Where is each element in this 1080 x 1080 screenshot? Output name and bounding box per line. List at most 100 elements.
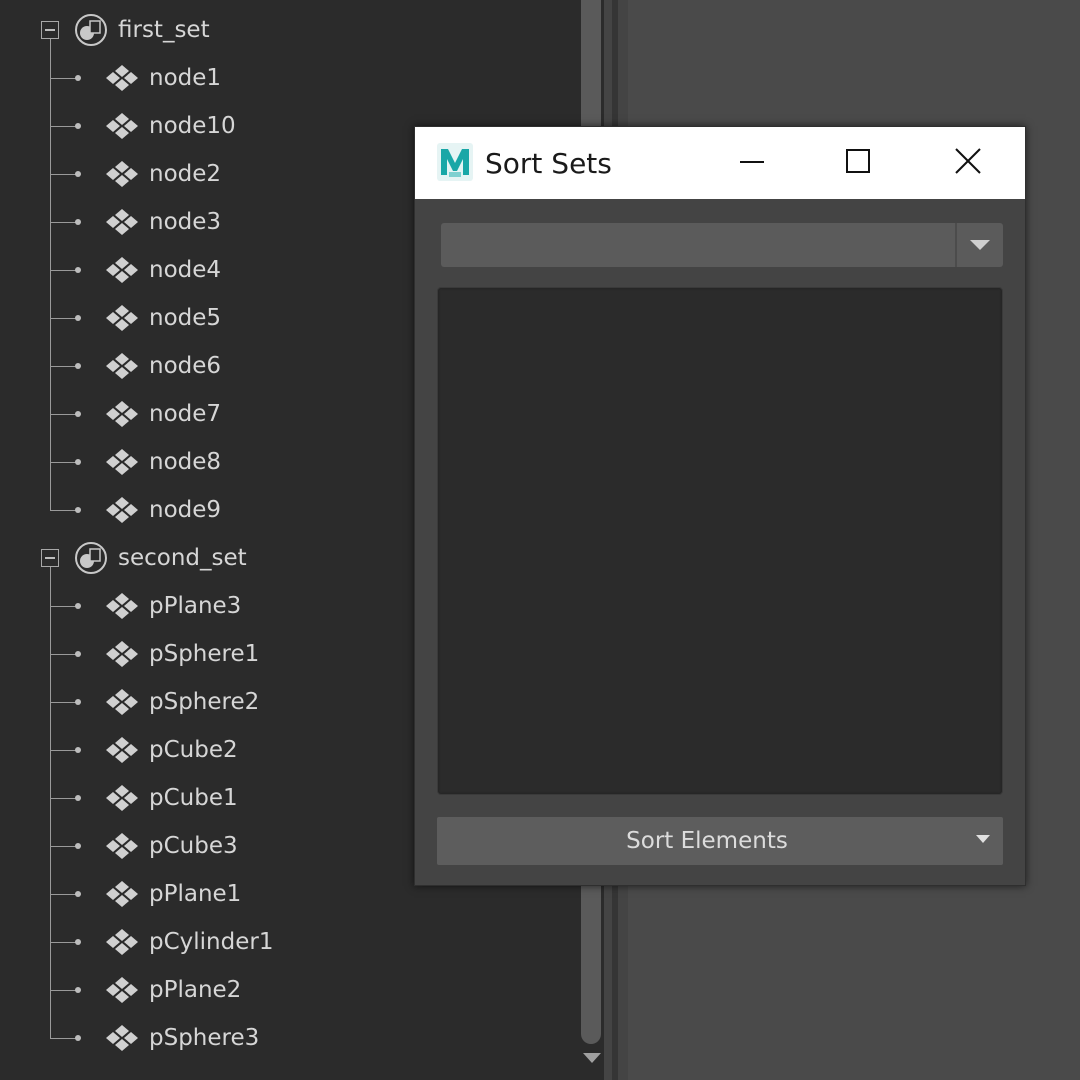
chevron-down-icon[interactable] bbox=[973, 831, 993, 847]
dropdown-arrow-icon[interactable] bbox=[965, 233, 995, 257]
tree-branch-dot bbox=[75, 75, 81, 81]
scroll-down-arrow-icon[interactable] bbox=[581, 1050, 603, 1066]
tree-branch-dot bbox=[75, 219, 81, 225]
transform-node-icon bbox=[102, 448, 142, 476]
tree-branch-dot bbox=[75, 795, 81, 801]
tree-branch-dot bbox=[75, 651, 81, 657]
tree-branch-line bbox=[50, 942, 78, 943]
close-button[interactable] bbox=[931, 127, 1005, 199]
tree-branch-dot bbox=[75, 939, 81, 945]
outliner-set-row[interactable]: first_set bbox=[0, 6, 580, 54]
tree-branch-dot bbox=[75, 171, 81, 177]
dialog-title: Sort Sets bbox=[485, 147, 612, 180]
set-elements-list[interactable] bbox=[437, 287, 1003, 795]
node-label: node3 bbox=[149, 209, 222, 235]
tree-branch-dot bbox=[75, 843, 81, 849]
outliner-node-row[interactable]: pCylinder1 bbox=[0, 918, 580, 966]
transform-node-icon bbox=[102, 400, 142, 428]
transform-node-icon bbox=[102, 160, 142, 188]
tree-branch-dot bbox=[75, 363, 81, 369]
tree-branch-line bbox=[50, 894, 78, 895]
tree-branch-line bbox=[50, 270, 78, 271]
set-label: second_set bbox=[118, 545, 247, 571]
transform-node-icon bbox=[102, 784, 142, 812]
tree-branch-line bbox=[50, 702, 78, 703]
outliner-node-row[interactable]: pPlane2 bbox=[0, 966, 580, 1014]
tree-branch-dot bbox=[75, 315, 81, 321]
tree-branch-line bbox=[50, 750, 78, 751]
node-label: pSphere3 bbox=[149, 1025, 260, 1051]
set-icon bbox=[74, 541, 108, 575]
dropdown-divider bbox=[955, 223, 957, 267]
transform-node-icon bbox=[102, 736, 142, 764]
tree-branch-dot bbox=[75, 267, 81, 273]
dialog-titlebar[interactable]: Sort Sets bbox=[415, 127, 1025, 199]
tree-branch-dot bbox=[75, 1035, 81, 1041]
maximize-button[interactable] bbox=[821, 127, 895, 199]
node-label: node8 bbox=[149, 449, 222, 475]
transform-node-icon bbox=[102, 208, 142, 236]
tree-branch-dot bbox=[75, 507, 81, 513]
node-label: node6 bbox=[149, 353, 222, 379]
tree-branch-line bbox=[50, 990, 78, 991]
node-label: node9 bbox=[149, 497, 222, 523]
sort-sets-dialog: Sort Sets Sort Elements bbox=[414, 126, 1026, 886]
tree-branch-dot bbox=[75, 411, 81, 417]
node-label: node1 bbox=[149, 65, 222, 91]
transform-node-icon bbox=[102, 880, 142, 908]
minimize-icon bbox=[739, 148, 765, 178]
node-label: pCube2 bbox=[149, 737, 238, 763]
transform-node-icon bbox=[102, 496, 142, 524]
sort-elements-label: Sort Elements bbox=[626, 828, 788, 854]
tree-branch-line bbox=[50, 462, 78, 463]
transform-node-icon bbox=[102, 640, 142, 668]
set-dropdown[interactable] bbox=[441, 223, 1003, 267]
tree-branch-line bbox=[50, 414, 78, 415]
transform-node-icon bbox=[102, 64, 142, 92]
tree-branch-dot bbox=[75, 123, 81, 129]
transform-node-icon bbox=[102, 976, 142, 1004]
set-icon bbox=[74, 13, 108, 47]
node-label: pSphere2 bbox=[149, 689, 260, 715]
transform-node-icon bbox=[102, 256, 142, 284]
tree-vertical-line bbox=[50, 39, 51, 510]
transform-node-icon bbox=[102, 1024, 142, 1052]
close-icon bbox=[954, 147, 982, 179]
tree-branch-line bbox=[50, 606, 78, 607]
tree-branch-line bbox=[50, 318, 78, 319]
tree-branch-line bbox=[50, 174, 78, 175]
node-label: pSphere1 bbox=[149, 641, 260, 667]
tree-branch-line bbox=[50, 222, 78, 223]
node-label: node4 bbox=[149, 257, 222, 283]
node-label: pCylinder1 bbox=[149, 929, 274, 955]
outliner-node-row[interactable]: node1 bbox=[0, 54, 580, 102]
transform-node-icon bbox=[102, 832, 142, 860]
transform-node-icon bbox=[102, 352, 142, 380]
sort-elements-button[interactable]: Sort Elements bbox=[437, 817, 1003, 865]
transform-node-icon bbox=[102, 688, 142, 716]
outliner-node-row[interactable]: pSphere3 bbox=[0, 1014, 580, 1062]
node-label: pPlane1 bbox=[149, 881, 242, 907]
transform-node-icon bbox=[102, 592, 142, 620]
node-label: pCube1 bbox=[149, 785, 238, 811]
tree-branch-dot bbox=[75, 987, 81, 993]
tree-branch-line bbox=[50, 78, 78, 79]
tree-vertical-line bbox=[50, 567, 51, 1038]
tree-branch-line bbox=[50, 510, 78, 511]
tree-branch-dot bbox=[75, 747, 81, 753]
collapse-toggle-icon[interactable] bbox=[41, 21, 59, 39]
set-label: first_set bbox=[118, 17, 210, 43]
tree-branch-line bbox=[50, 846, 78, 847]
transform-node-icon bbox=[102, 928, 142, 956]
collapse-toggle-icon[interactable] bbox=[41, 549, 59, 567]
node-label: pCube3 bbox=[149, 833, 238, 859]
node-label: pPlane2 bbox=[149, 977, 242, 1003]
tree-branch-dot bbox=[75, 699, 81, 705]
maximize-icon bbox=[845, 148, 871, 178]
tree-branch-dot bbox=[75, 459, 81, 465]
transform-node-icon bbox=[102, 112, 142, 140]
minimize-button[interactable] bbox=[715, 127, 789, 199]
node-label: pPlane3 bbox=[149, 593, 242, 619]
tree-branch-line bbox=[50, 366, 78, 367]
tree-branch-line bbox=[50, 798, 78, 799]
